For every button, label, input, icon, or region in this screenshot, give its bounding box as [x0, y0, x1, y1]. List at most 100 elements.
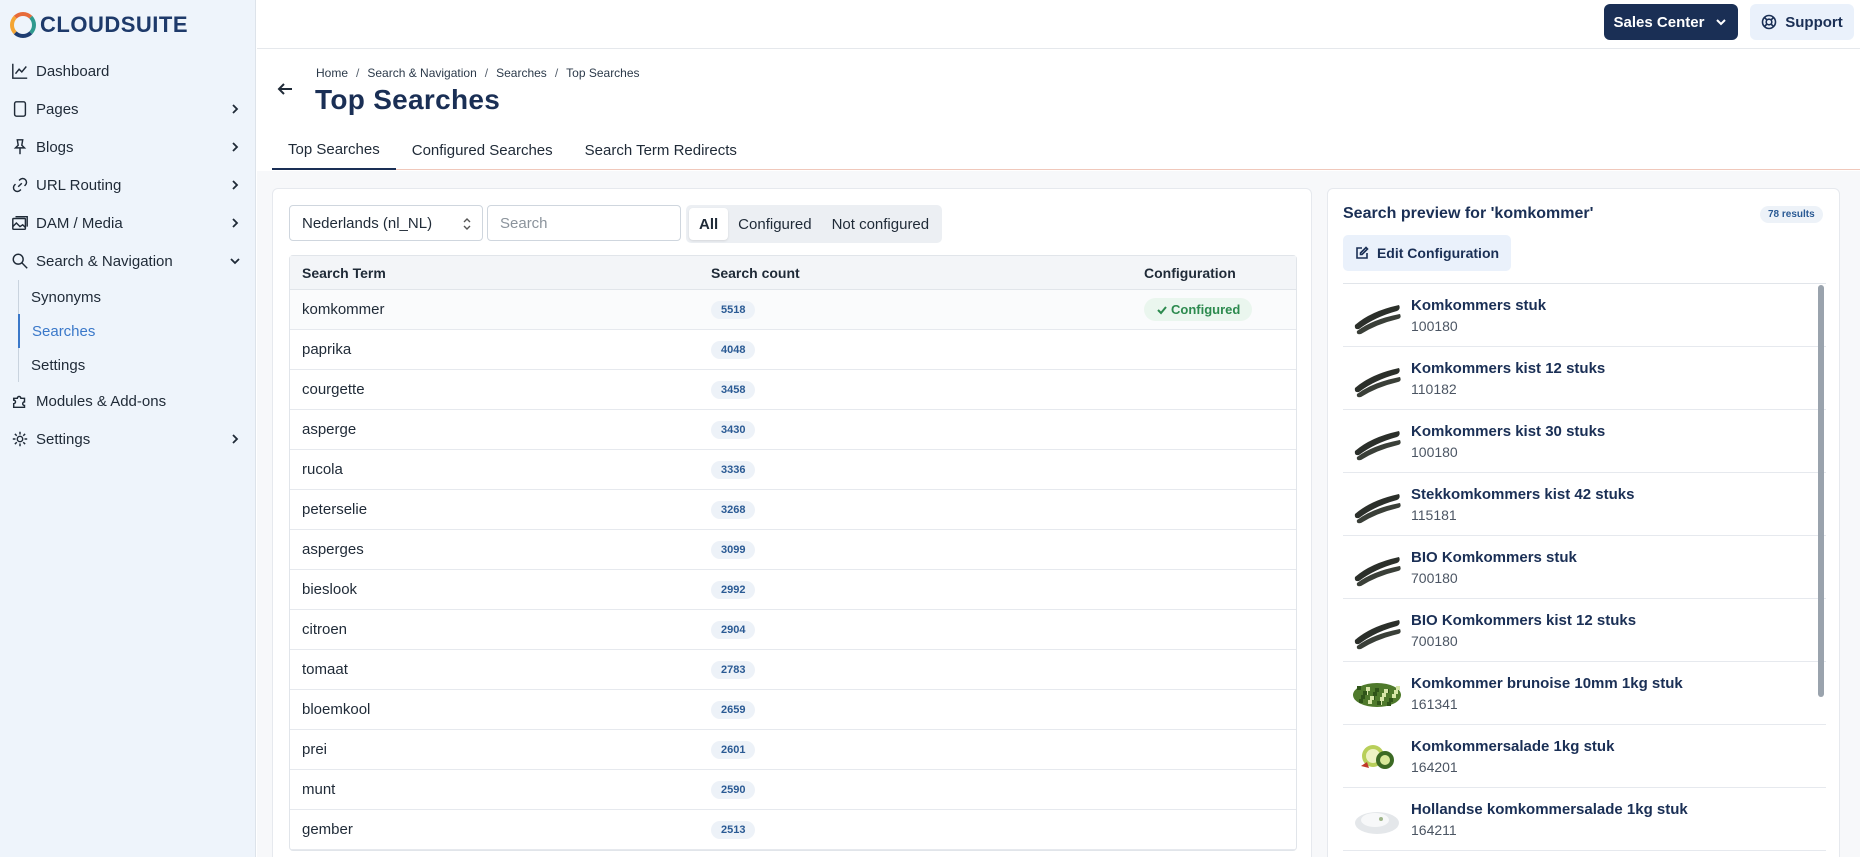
sidebar-subitem-searches[interactable]: Searches	[18, 314, 256, 348]
product-item[interactable]: Komkommers kist 30 stuks 100180	[1343, 410, 1826, 473]
sidebar-item-dam-media[interactable]: DAM / Media	[0, 204, 256, 242]
product-item[interactable]: BIO Komkommers stuk 700180	[1343, 536, 1826, 599]
sidebar-item-search-navigation[interactable]: Search & Navigation	[0, 242, 256, 280]
sidebar-item-settings[interactable]: Settings	[0, 420, 256, 458]
header-configuration[interactable]: Configuration	[1144, 265, 1294, 281]
product-thumbnail	[1351, 482, 1403, 526]
chevron-down-icon	[1716, 19, 1727, 26]
product-name: Komkommers kist 30 stuks	[1411, 422, 1606, 440]
search-count-cell: 2513	[711, 820, 1144, 839]
product-item[interactable]: Komkommer brunoise 10mm 1kg stuk 161341	[1343, 662, 1826, 725]
brand-name: CLOUDSUITE	[40, 12, 188, 37]
search-count-badge: 2659	[711, 701, 756, 719]
filter-configured-button[interactable]: Configured	[728, 208, 821, 240]
table-row[interactable]: citroen 2904	[290, 610, 1296, 650]
sort-arrows-icon	[463, 218, 471, 230]
sidebar-item-label: Settings	[36, 430, 91, 448]
sidebar-item-modules-addons[interactable]: Modules & Add-ons	[0, 382, 256, 420]
product-thumbnail	[1351, 734, 1403, 778]
product-name: Komkommer brunoise 10mm 1kg stuk	[1411, 674, 1683, 692]
table-row[interactable]: asperges 3099	[290, 530, 1296, 570]
check-icon	[1157, 305, 1167, 314]
product-item[interactable]: BIO Komkommers kist 12 stuks 700180	[1343, 599, 1826, 662]
breadcrumb-searches[interactable]: Searches	[496, 66, 547, 80]
table-row[interactable]: courgette 3458	[290, 370, 1296, 410]
sidebar-subitem-synonyms[interactable]: Synonyms	[19, 280, 256, 314]
filter-not-configured-button[interactable]: Not configured	[822, 208, 940, 240]
search-count-cell: 3430	[711, 420, 1144, 439]
product-item[interactable]: Komkommers stuk 100180	[1343, 284, 1826, 347]
product-info: Komkommers kist 30 stuks 100180	[1411, 423, 1605, 460]
breadcrumb-home[interactable]: Home	[316, 66, 348, 80]
sales-center-button[interactable]: Sales Center	[1604, 4, 1738, 40]
language-select[interactable]: Nederlands (nl_NL)	[289, 205, 483, 241]
table-row[interactable]: peterselie 3268	[290, 490, 1296, 530]
product-code: 164201	[1411, 758, 1458, 775]
search-count-badge: 2992	[711, 581, 756, 599]
search-term-cell: asperge	[302, 421, 357, 438]
table-row[interactable]: asperge 3430	[290, 410, 1296, 450]
table-row[interactable]: bieslook 2992	[290, 570, 1296, 610]
search-term-cell: tomaat	[302, 661, 348, 678]
search-count-badge: 5518	[711, 301, 756, 319]
search-term-cell: prei	[302, 741, 328, 758]
search-term-cell: bieslook	[302, 581, 358, 598]
puzzle-icon	[10, 391, 30, 411]
product-item[interactable]: Stekkomkommers kist 42 stuks 115181	[1343, 473, 1826, 536]
sidebar-item-pages[interactable]: Pages	[0, 90, 256, 128]
product-item[interactable]: Komkommersalade 1kg stuk 164201	[1343, 725, 1826, 788]
tab-search-term-redirects[interactable]: Search Term Redirects	[569, 130, 753, 170]
chevron-down-icon	[228, 254, 242, 268]
table-row[interactable]: tomaat 2783	[290, 650, 1296, 690]
tabs: Top Searches Configured Searches Search …	[272, 130, 1860, 170]
table-row[interactable]: rucola 3336	[290, 450, 1296, 490]
sidebar-item-label: Blogs	[36, 138, 74, 156]
search-icon	[10, 251, 30, 271]
product-name: BIO Komkommers stuk	[1411, 548, 1577, 566]
breadcrumb-search-navigation[interactable]: Search & Navigation	[367, 66, 476, 80]
search-count-cell: 2659	[711, 700, 1144, 719]
header-search-term[interactable]: Search Term	[290, 265, 711, 281]
header-search-count[interactable]: Search count	[711, 265, 1144, 281]
edit-configuration-button[interactable]: Edit Configuration	[1343, 235, 1511, 271]
scrollbar[interactable]	[1818, 285, 1824, 697]
preview-title: Search preview for 'komkommer'	[1343, 205, 1594, 222]
product-thumbnail	[1351, 356, 1403, 400]
filter-all-button[interactable]: All	[689, 208, 729, 240]
edit-icon	[1356, 246, 1369, 259]
table-row[interactable]: bloemkool 2659	[290, 690, 1296, 730]
configuration-filter: All Configured Not configured	[686, 205, 943, 243]
table-row[interactable]: prei 2601	[290, 730, 1296, 770]
images-icon	[10, 213, 30, 233]
search-term-cell: citroen	[302, 621, 348, 638]
table-row[interactable]: paprika 4048	[290, 330, 1296, 370]
sidebar-item-blogs[interactable]: Blogs	[0, 128, 256, 166]
sidebar-subitem-settings[interactable]: Settings	[19, 348, 256, 382]
sidebar: CLOUDSUITE Dashboard Pages Blogs URL Rou…	[0, 0, 256, 857]
tab-top-searches[interactable]: Top Searches	[272, 130, 396, 170]
search-input[interactable]	[487, 205, 681, 241]
sidebar-item-label: Pages	[36, 100, 79, 118]
product-list: Komkommers stuk 100180 Komkommers kist 12 …	[1343, 283, 1826, 851]
table-row[interactable]: munt 2590	[290, 770, 1296, 810]
search-count-badge: 2513	[711, 821, 756, 839]
brand-logo[interactable]: CLOUDSUITE	[10, 12, 188, 38]
product-item[interactable]: Komkommers kist 12 stuks 110182	[1343, 347, 1826, 410]
table-header: Search Term Search count Configuration	[290, 256, 1296, 290]
back-arrow-icon[interactable]	[276, 80, 296, 100]
sidebar-item-dashboard[interactable]: Dashboard	[0, 52, 256, 90]
search-count-badge: 3336	[711, 461, 756, 479]
tab-configured-searches[interactable]: Configured Searches	[396, 130, 569, 170]
product-thumbnail	[1351, 671, 1403, 715]
table-row[interactable]: gember 2513	[290, 810, 1296, 850]
search-count-cell: 2590	[711, 780, 1144, 799]
product-item[interactable]: Hollandse komkommersalade 1kg stuk 164211	[1343, 788, 1826, 851]
table-row[interactable]: komkommer 5518 Configured	[290, 290, 1296, 330]
sidebar-item-url-routing[interactable]: URL Routing	[0, 166, 256, 204]
chevron-right-icon	[228, 140, 242, 154]
search-count-badge: 2590	[711, 781, 756, 799]
logo-ring-icon	[10, 12, 36, 38]
support-button[interactable]: Support	[1750, 4, 1854, 40]
breadcrumb-top-searches: Top Searches	[566, 66, 640, 80]
product-info: Komkommer brunoise 10mm 1kg stuk 161341	[1411, 675, 1683, 712]
